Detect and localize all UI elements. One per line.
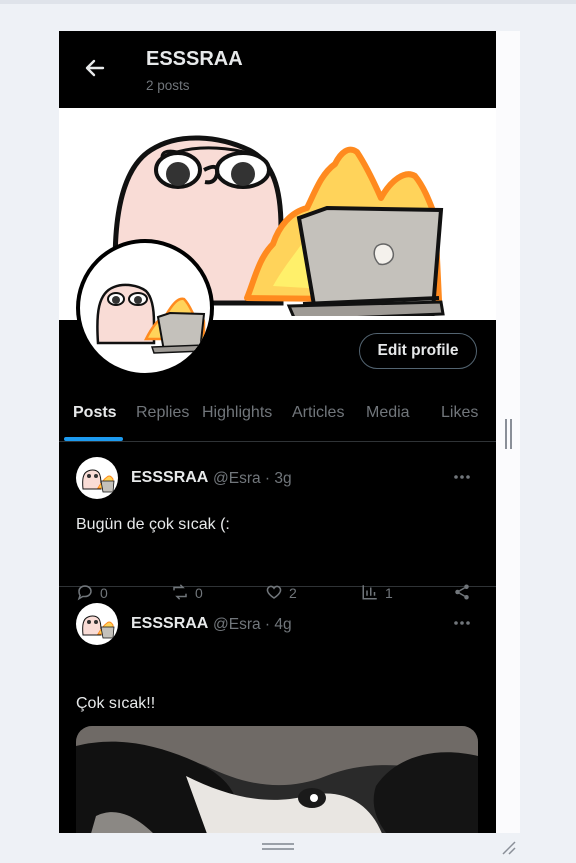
back-arrow-icon[interactable]	[83, 56, 107, 80]
panel-resize-handle[interactable]	[505, 419, 513, 449]
avatar-illustration	[96, 283, 206, 354]
post[interactable]: ESSSRAA @Esra · 4g Çok sıcak!!	[59, 587, 496, 833]
author-handle[interactable]: @Esra · 4g	[213, 616, 292, 634]
profile-app: ESSSRAA 2 posts Edit profile Posts Repli…	[59, 31, 496, 833]
dog-photo	[76, 726, 478, 833]
profile-avatar[interactable]	[76, 239, 214, 377]
tab-replies[interactable]: Replies	[136, 404, 189, 422]
avatar[interactable]	[76, 603, 118, 645]
avatar-illustration	[82, 469, 115, 493]
profile-tabs: Posts Replies Highlights Articles Media …	[59, 396, 496, 442]
tab-articles[interactable]: Articles	[292, 404, 344, 422]
page-title: ESSSRAA	[146, 48, 243, 70]
post-text: Bugün de çok sıcak (:	[76, 516, 230, 533]
author-handle[interactable]: @Esra · 3g	[213, 470, 292, 488]
tab-media[interactable]: Media	[366, 404, 410, 422]
browser-top-strip	[0, 0, 576, 4]
avatar[interactable]	[76, 457, 118, 499]
resize-grip-icon[interactable]	[499, 838, 517, 856]
drag-handle-icon[interactable]	[262, 843, 294, 851]
profile-header: ESSSRAA 2 posts	[59, 31, 496, 108]
author-name[interactable]: ESSSRAA	[131, 615, 208, 633]
post-media-dog-photo[interactable]	[76, 726, 478, 833]
more-icon[interactable]	[452, 613, 472, 633]
tab-highlights[interactable]: Highlights	[202, 404, 272, 422]
more-icon[interactable]	[452, 467, 472, 487]
post-count: 2 posts	[146, 78, 190, 93]
avatar-illustration	[82, 615, 115, 639]
author-name[interactable]: ESSSRAA	[131, 469, 208, 487]
post-text: Çok sıcak!!	[76, 695, 156, 712]
tab-posts[interactable]: Posts	[73, 404, 117, 422]
tab-likes[interactable]: Likes	[441, 404, 478, 422]
post[interactable]: ESSSRAA @Esra · 3g Bugün de çok sıcak (:…	[59, 441, 496, 601]
edit-profile-button[interactable]: Edit profile	[359, 333, 477, 369]
